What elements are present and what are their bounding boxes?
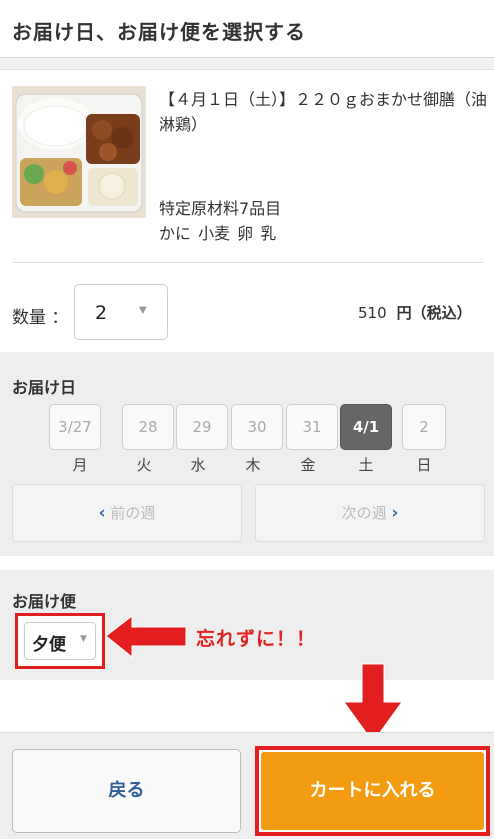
annotation-layer [105, 614, 403, 743]
add-to-cart-highlight: カートに入れる [255, 746, 490, 836]
left-arrow-annotation [105, 614, 187, 659]
down-arrow-annotation [343, 663, 403, 743]
reminder-note: 忘れずに！！ [196, 628, 317, 650]
footer-bar: 戻る カートに入れる [0, 732, 494, 839]
back-button[interactable]: 戻る [12, 749, 241, 833]
add-to-cart-button[interactable]: カートに入れる [261, 752, 484, 830]
